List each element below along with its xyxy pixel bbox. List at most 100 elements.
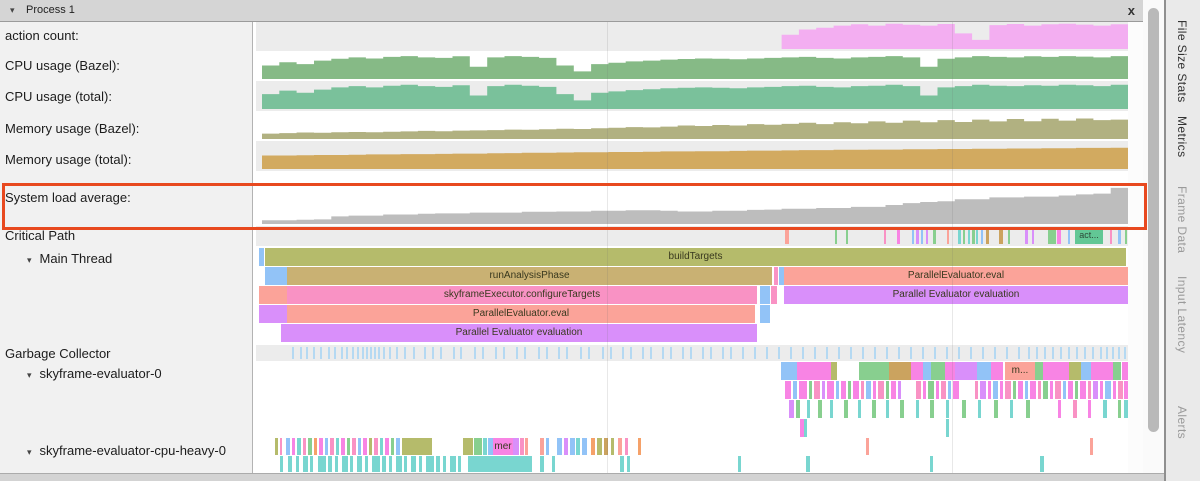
trace-slice[interactable]	[930, 456, 933, 472]
close-button[interactable]: x	[1128, 0, 1135, 21]
trace-slice[interactable]	[280, 456, 283, 472]
trace-slice[interactable]	[380, 438, 383, 455]
trace-slice[interactable]	[835, 227, 837, 244]
gc-tick[interactable]	[516, 347, 518, 359]
trace-slice[interactable]: ParallelEvaluator.eval	[287, 305, 755, 323]
trace-slice[interactable]	[926, 227, 928, 244]
gc-tick[interactable]	[710, 347, 712, 359]
trace-slice[interactable]	[991, 362, 1003, 380]
trace-slice[interactable]	[1091, 362, 1113, 380]
trace-slice[interactable]	[886, 400, 889, 418]
trace-slice[interactable]	[923, 381, 926, 399]
trace-slice[interactable]	[841, 381, 846, 399]
trace-slice[interactable]	[458, 456, 461, 472]
trace-slice[interactable]	[286, 438, 290, 455]
trace-slice[interactable]	[369, 438, 372, 455]
trace-slice[interactable]	[774, 267, 778, 285]
gc-tick[interactable]	[1044, 347, 1046, 359]
garbage-collector-track[interactable]	[256, 345, 1143, 361]
gc-tick[interactable]	[482, 347, 484, 359]
horizontal-scrollbar[interactable]	[0, 473, 1164, 481]
trace-slice[interactable]	[365, 456, 368, 472]
trace-slice[interactable]	[385, 438, 389, 455]
gc-tick[interactable]	[1036, 347, 1038, 359]
trace-slice[interactable]	[975, 381, 978, 399]
trace-slice[interactable]	[1048, 227, 1056, 244]
trace-slice[interactable]	[513, 438, 519, 455]
trace-slice[interactable]	[1013, 381, 1016, 399]
gc-tick[interactable]	[1084, 347, 1086, 359]
trace-slice[interactable]	[552, 456, 555, 472]
gc-tick[interactable]	[662, 347, 664, 359]
trace-slice[interactable]	[275, 438, 278, 455]
trace-slice[interactable]	[760, 305, 770, 323]
gc-tick[interactable]	[370, 347, 372, 359]
trace-slice[interactable]	[308, 438, 312, 455]
gc-tick[interactable]	[389, 347, 391, 359]
gc-tick[interactable]	[334, 347, 336, 359]
gc-tick[interactable]	[602, 347, 604, 359]
trace-slice[interactable]	[980, 381, 986, 399]
trace-slice[interactable]	[468, 456, 532, 472]
trace-slice[interactable]	[853, 381, 859, 399]
trace-slice[interactable]	[807, 400, 810, 418]
trace-slice[interactable]	[789, 400, 794, 418]
vertical-scrollbar-thumb[interactable]	[1148, 8, 1159, 432]
gc-tick[interactable]	[630, 347, 632, 359]
trace-slice[interactable]	[814, 381, 820, 399]
trace-slice[interactable]	[830, 400, 833, 418]
gc-tick[interactable]	[1076, 347, 1078, 359]
gc-tick[interactable]	[474, 347, 476, 359]
trace-slice[interactable]	[1030, 381, 1036, 399]
trace-slice[interactable]	[520, 438, 524, 455]
trace-slice[interactable]	[859, 362, 889, 380]
gc-tick[interactable]	[566, 347, 568, 359]
gc-tick[interactable]	[682, 347, 684, 359]
gc-tick[interactable]	[650, 347, 652, 359]
trace-slice[interactable]	[1068, 381, 1073, 399]
trace-slice[interactable]	[259, 286, 287, 304]
collapse-arrow-icon[interactable]: ▾	[27, 447, 32, 457]
gc-tick[interactable]	[994, 347, 996, 359]
trace-slice[interactable]	[325, 438, 328, 455]
track-label-skyframe-evaluator-cpu-heavy-0[interactable]: ▾skyframe-evaluator-cpu-heavy-0	[27, 443, 226, 458]
trace-slice[interactable]	[358, 438, 361, 455]
gc-tick[interactable]	[503, 347, 505, 359]
gc-tick[interactable]	[396, 347, 398, 359]
gc-tick[interactable]	[690, 347, 692, 359]
process-header-bar[interactable]: ▾ Process 1 x	[0, 0, 1143, 22]
trace-slice[interactable]	[846, 227, 848, 244]
trace-slice[interactable]	[968, 227, 970, 244]
gc-tick[interactable]	[1100, 347, 1102, 359]
trace-slice[interactable]	[627, 456, 630, 472]
gc-tick[interactable]	[838, 347, 840, 359]
trace-slice[interactable]	[785, 381, 791, 399]
collapse-arrow-icon[interactable]: ▾	[10, 0, 15, 21]
gc-tick[interactable]	[341, 347, 343, 359]
trace-slice[interactable]	[1075, 381, 1078, 399]
trace-slice[interactable]	[781, 362, 797, 380]
trace-slice[interactable]	[738, 456, 741, 472]
trace-slice[interactable]	[618, 438, 622, 455]
collapse-arrow-icon[interactable]: ▾	[27, 255, 32, 265]
gc-tick[interactable]	[1124, 347, 1126, 359]
counter-track-mem-bazel[interactable]	[256, 111, 1143, 141]
trace-slice[interactable]	[474, 438, 482, 455]
critical-path-track[interactable]: act...	[256, 226, 1143, 246]
trace-slice[interactable]	[265, 267, 287, 285]
gc-tick[interactable]	[580, 347, 582, 359]
trace-slice[interactable]	[319, 438, 323, 455]
trace-slice[interactable]	[342, 456, 348, 472]
trace-slice[interactable]	[1113, 362, 1121, 380]
trace-slice[interactable]	[1093, 381, 1098, 399]
trace-slice[interactable]	[1025, 381, 1028, 399]
trace-slice[interactable]	[1043, 381, 1048, 399]
trace-slice[interactable]	[426, 456, 434, 472]
trace-slice[interactable]	[357, 456, 362, 472]
gc-tick[interactable]	[366, 347, 368, 359]
gc-tick[interactable]	[1112, 347, 1114, 359]
trace-slice[interactable]	[1018, 381, 1023, 399]
trace-slice[interactable]	[1035, 362, 1043, 380]
trace-slice[interactable]	[328, 456, 332, 472]
gc-tick[interactable]	[778, 347, 780, 359]
